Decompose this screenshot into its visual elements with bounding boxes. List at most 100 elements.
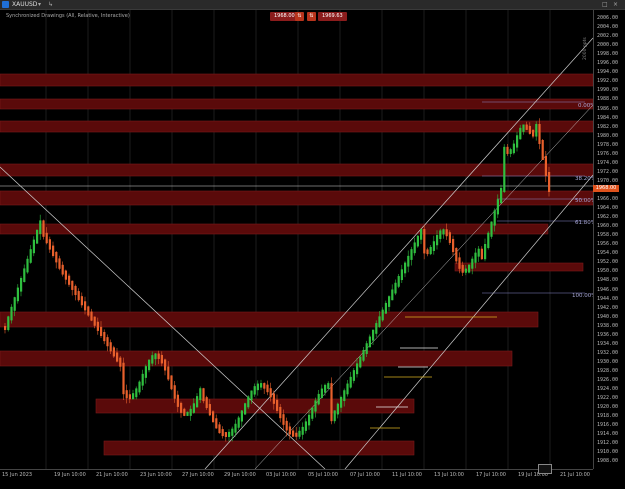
y-tick: 1972.00 xyxy=(597,168,619,175)
y-tick: 1926.00 xyxy=(597,377,619,383)
candle-body xyxy=(410,249,413,260)
buy-price-box[interactable]: 1969.63 xyxy=(318,12,347,21)
candle-body xyxy=(381,309,384,321)
candle-body xyxy=(231,428,234,436)
candle-body xyxy=(157,353,160,359)
candle-body xyxy=(64,270,67,280)
candle-body xyxy=(445,229,448,237)
candle-body xyxy=(116,352,119,362)
maximize-icon[interactable]: □ xyxy=(602,0,608,9)
candle-body xyxy=(282,414,285,425)
candle-body xyxy=(122,362,125,395)
candle-body xyxy=(180,402,183,413)
y-tick: 1990.00 xyxy=(597,87,619,94)
window-titlebar: XAUUSD ▾ ↳ □ × xyxy=(0,0,625,10)
candle-body xyxy=(61,264,64,275)
candle-body xyxy=(432,241,435,251)
candle-body xyxy=(167,366,170,380)
y-tick: 1992.00 xyxy=(597,78,619,85)
candle-body xyxy=(205,397,208,409)
candle-body xyxy=(128,394,131,400)
candle-body xyxy=(199,388,202,401)
dropdown-icon[interactable]: ▾ xyxy=(38,0,41,9)
candle-body xyxy=(202,388,205,402)
y-tick: 2006.00 xyxy=(597,15,619,21)
candle-body xyxy=(359,356,362,368)
candle-body xyxy=(237,417,240,428)
candle-body xyxy=(90,311,93,321)
autoscroll-icon[interactable] xyxy=(538,464,552,474)
candle-body xyxy=(311,407,314,419)
y-tick: 1920.00 xyxy=(597,404,619,411)
candle-body xyxy=(52,245,55,256)
candle-body xyxy=(461,264,464,273)
candle-body xyxy=(298,430,301,437)
y-tick: 1910.00 xyxy=(597,449,619,456)
candle-body xyxy=(397,276,400,287)
candle-body xyxy=(352,370,355,381)
candle-body xyxy=(452,238,455,253)
candle-body xyxy=(528,125,531,134)
candle-body xyxy=(474,252,477,263)
candle-body xyxy=(404,262,407,274)
candle-body xyxy=(436,235,439,246)
candle-body xyxy=(42,220,45,237)
x-tick: 15 Jun 2023 xyxy=(2,472,33,478)
y-tick: 1960.00 xyxy=(597,223,619,230)
app-icon xyxy=(2,1,9,8)
candle-body xyxy=(58,258,61,269)
link-icon[interactable]: ↳ xyxy=(48,0,53,9)
candle-body xyxy=(221,429,224,437)
candle-body xyxy=(77,291,80,301)
price-chart[interactable] xyxy=(0,10,593,469)
candle-body xyxy=(525,124,528,130)
close-icon[interactable]: × xyxy=(613,0,618,9)
candle-body xyxy=(416,235,419,247)
vertical-note: 2000 ppts xyxy=(583,37,588,60)
x-tick: 05 Jul 10:00 xyxy=(308,472,338,478)
candle-body xyxy=(346,383,349,395)
candle-body xyxy=(247,396,250,408)
chart-canvas[interactable] xyxy=(0,10,593,469)
symbol-label[interactable]: XAUUSD xyxy=(12,0,37,9)
buy-button[interactable]: ⇅ xyxy=(307,12,316,21)
candle-body xyxy=(266,384,269,393)
candle-body xyxy=(189,408,192,416)
candle-body xyxy=(228,431,231,437)
candle-body xyxy=(391,289,394,301)
candle-body xyxy=(356,363,359,375)
y-tick: 1958.00 xyxy=(597,232,619,239)
y-tick: 1978.00 xyxy=(597,141,619,148)
time-axis[interactable]: 15 Jun 2023 19 Jun 10:00 21 Jun 10:00 23 Ju… xyxy=(0,469,593,489)
candle-body xyxy=(106,337,109,347)
candle-body xyxy=(368,336,371,348)
y-tick: 1962.00 xyxy=(597,214,619,221)
candle-body xyxy=(439,230,442,240)
price-axis[interactable]: 2006.00 2004.00 2002.00 2000.00 1998.00 1996.… xyxy=(593,10,625,469)
candle-body xyxy=(535,124,538,137)
sr-zone xyxy=(103,440,415,456)
y-tick: 1918.00 xyxy=(597,413,619,420)
sr-zone xyxy=(454,262,584,272)
y-tick: 1922.00 xyxy=(597,395,619,402)
sell-button[interactable]: ⇅ xyxy=(295,12,304,21)
candle-body xyxy=(423,229,426,254)
candle-body xyxy=(468,264,471,273)
y-tick: 1908.00 xyxy=(597,458,619,465)
sr-zone xyxy=(0,73,593,87)
candle-body xyxy=(68,275,71,285)
y-tick: 1938.00 xyxy=(597,322,619,329)
sr-zone xyxy=(0,190,593,206)
y-tick: 2004.00 xyxy=(597,24,619,31)
candle-body xyxy=(183,408,186,416)
candle-body xyxy=(541,140,544,160)
sr-zone xyxy=(95,398,415,414)
y-tick: 1936.00 xyxy=(597,331,619,338)
candle-body xyxy=(218,424,221,434)
candle-body xyxy=(29,249,32,263)
x-tick: 13 Jul 10:00 xyxy=(434,472,464,478)
candle-body xyxy=(407,255,410,267)
candle-body xyxy=(141,373,144,386)
candle-body xyxy=(103,332,106,342)
candle-body xyxy=(244,403,247,415)
